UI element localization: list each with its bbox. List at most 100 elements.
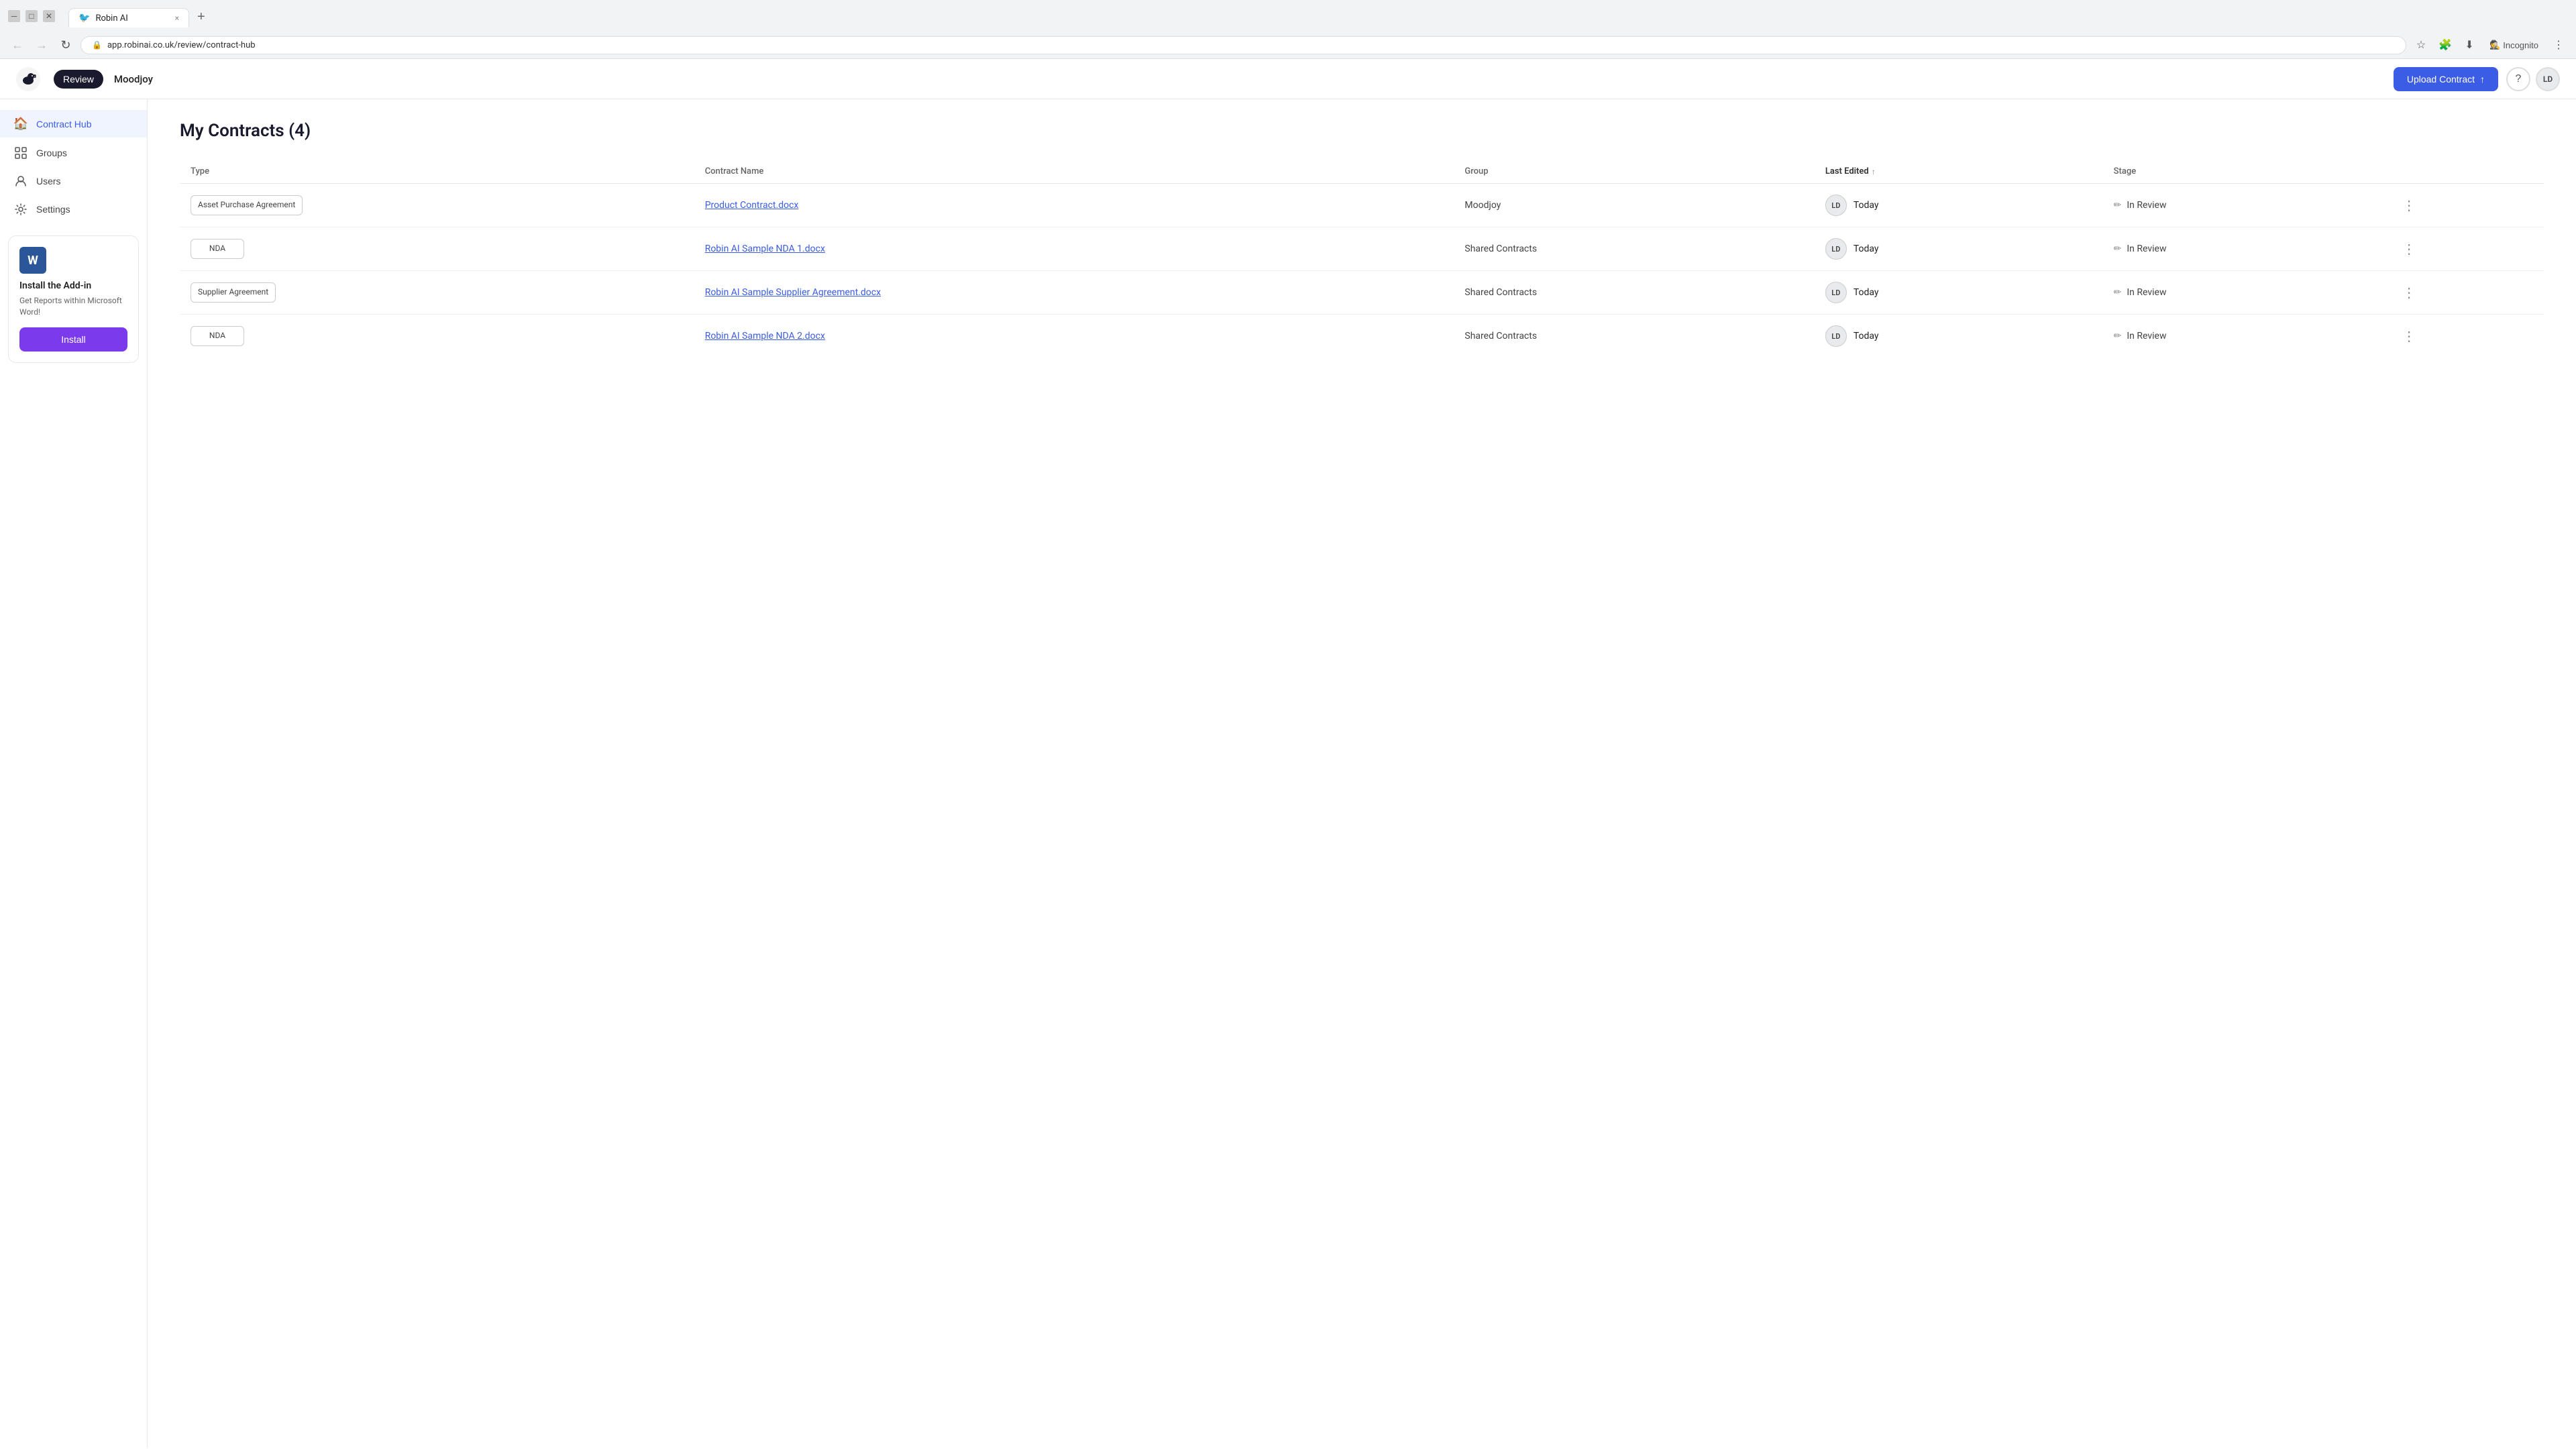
- group-text: Shared Contracts: [1464, 287, 1537, 298]
- help-icon: ?: [2516, 73, 2522, 85]
- addon-title: Install the Add-in: [19, 280, 127, 291]
- browser-actions: ☆ 🧩 ⬇ 🕵 Incognito ⋮: [2412, 36, 2568, 54]
- last-edited-cell: LD Today: [1815, 315, 2103, 358]
- last-edited-cell: LD Today: [1815, 227, 2103, 271]
- stage-text: In Review: [2127, 244, 2166, 254]
- contract-link[interactable]: Robin AI Sample NDA 2.docx: [705, 331, 825, 341]
- th-actions: [2389, 160, 2544, 184]
- sidebar-item-users[interactable]: Users: [0, 168, 147, 194]
- sidebar-item-settings[interactable]: Settings: [0, 197, 147, 222]
- refresh-button[interactable]: ↻: [56, 36, 75, 54]
- group-cell: Shared Contracts: [1454, 271, 1814, 315]
- pencil-icon: ✏: [2114, 200, 2122, 211]
- th-last-edited[interactable]: Last Edited ↑: [1815, 160, 2103, 184]
- downloads-button[interactable]: ⬇: [2460, 36, 2479, 54]
- group-text: Shared Contracts: [1464, 244, 1537, 254]
- browser-addressbar: ← → ↻ 🔒 app.robinai.co.uk/review/contrac…: [0, 32, 2576, 58]
- upload-label: Upload Contract: [2407, 74, 2475, 85]
- more-options-button[interactable]: ⋮: [2400, 196, 2418, 215]
- back-button[interactable]: ←: [8, 36, 27, 54]
- nav-review-button[interactable]: Review: [54, 70, 103, 89]
- robin-logo: [16, 67, 40, 91]
- page-title: My Contracts (4): [180, 121, 2544, 141]
- stage-cell: ✏ In Review: [2103, 271, 2389, 315]
- help-button[interactable]: ?: [2506, 67, 2530, 91]
- extensions-button[interactable]: 🧩: [2436, 36, 2455, 54]
- th-group: Group: [1454, 160, 1814, 184]
- edited-time: Today: [1854, 287, 1879, 298]
- stage-text: In Review: [2127, 331, 2166, 341]
- sidebar-label-contract-hub: Contract Hub: [36, 119, 91, 129]
- type-cell: Supplier Agreement: [180, 271, 694, 315]
- type-cell: NDA: [180, 315, 694, 358]
- group-cell: Shared Contracts: [1454, 315, 1814, 358]
- more-options-button[interactable]: ⋮: [2400, 327, 2418, 345]
- close-button[interactable]: ✕: [43, 10, 55, 22]
- more-options-button[interactable]: ⋮: [2400, 283, 2418, 302]
- minimize-button[interactable]: ─: [8, 10, 20, 22]
- header-workspace: Moodjoy: [114, 73, 153, 85]
- sidebar: 🏠 Contract Hub Groups Users: [0, 99, 148, 1448]
- contract-link[interactable]: Robin AI Sample NDA 1.docx: [705, 244, 825, 254]
- contract-link[interactable]: Robin AI Sample Supplier Agreement.docx: [705, 287, 881, 298]
- pencil-icon: ✏: [2114, 331, 2122, 341]
- sidebar-item-contract-hub[interactable]: 🏠 Contract Hub: [0, 110, 147, 138]
- active-tab[interactable]: 🐦 Robin AI ×: [68, 8, 189, 28]
- main-content: My Contracts (4) Type Contract Name Grou…: [148, 99, 2576, 1448]
- type-badge: Asset Purchase Agreement: [191, 195, 303, 215]
- tab-icon: 🐦: [78, 13, 90, 23]
- group-cell: Shared Contracts: [1454, 227, 1814, 271]
- maximize-button[interactable]: □: [25, 10, 38, 22]
- app-header: Review Moodjoy Upload Contract ↑ ? LD: [0, 59, 2576, 99]
- tab-close-button[interactable]: ×: [175, 13, 179, 23]
- group-text: Shared Contracts: [1464, 331, 1537, 341]
- more-cell: ⋮: [2389, 315, 2544, 358]
- upload-contract-button[interactable]: Upload Contract ↑: [2394, 67, 2498, 91]
- window-controls: ─ □ ✕: [8, 10, 55, 22]
- type-badge: NDA: [191, 239, 244, 259]
- edited-avatar: LD: [1825, 195, 1847, 216]
- more-options-button[interactable]: ⋮: [2400, 239, 2418, 258]
- settings-icon: [13, 203, 28, 215]
- forward-button[interactable]: →: [32, 36, 51, 54]
- type-cell: NDA: [180, 227, 694, 271]
- lock-icon: 🔒: [92, 40, 102, 50]
- addon-description: Get Reports within Microsoft Word!: [19, 295, 127, 318]
- install-addon-button[interactable]: Install: [19, 327, 127, 352]
- contracts-tbody: Asset Purchase Agreement Product Contrac…: [180, 184, 2544, 358]
- more-cell: ⋮: [2389, 271, 2544, 315]
- contract-link[interactable]: Product Contract.docx: [705, 200, 799, 211]
- stage-cell: ✏ In Review: [2103, 184, 2389, 227]
- stage-cell: ✏ In Review: [2103, 227, 2389, 271]
- address-bar[interactable]: 🔒 app.robinai.co.uk/review/contract-hub: [80, 36, 2406, 54]
- upload-icon: ↑: [2480, 74, 2485, 85]
- type-badge: Supplier Agreement: [191, 282, 276, 303]
- stage-cell: ✏ In Review: [2103, 315, 2389, 358]
- table-row: NDA Robin AI Sample NDA 2.docx Shared Co…: [180, 315, 2544, 358]
- bookmark-button[interactable]: ☆: [2412, 36, 2430, 54]
- avatar-initials: LD: [2543, 74, 2553, 84]
- incognito-button[interactable]: 🕵 Incognito: [2484, 37, 2544, 53]
- menu-button[interactable]: ⋮: [2549, 36, 2568, 54]
- contract-name-cell: Robin AI Sample NDA 2.docx: [694, 315, 1454, 358]
- sort-icon: ↑: [1872, 167, 1876, 176]
- edited-avatar: LD: [1825, 325, 1847, 347]
- word-icon: W: [19, 247, 46, 274]
- group-text: Moodjoy: [1464, 200, 1501, 211]
- th-type: Type: [180, 160, 694, 184]
- sidebar-item-groups[interactable]: Groups: [0, 140, 147, 166]
- type-cell: Asset Purchase Agreement: [180, 184, 694, 227]
- pencil-icon: ✏: [2114, 244, 2122, 254]
- browser-tabs: 🐦 Robin AI × +: [60, 4, 220, 28]
- incognito-icon: 🕵: [2489, 40, 2500, 50]
- user-avatar[interactable]: LD: [2536, 67, 2560, 91]
- stage-text: In Review: [2127, 287, 2166, 298]
- logo: [16, 67, 40, 91]
- browser-titlebar: ─ □ ✕ 🐦 Robin AI × +: [0, 0, 2576, 32]
- app-body: 🏠 Contract Hub Groups Users: [0, 99, 2576, 1448]
- incognito-label: Incognito: [2503, 40, 2538, 50]
- edited-time: Today: [1854, 331, 1879, 341]
- more-cell: ⋮: [2389, 184, 2544, 227]
- sidebar-label-settings: Settings: [36, 204, 70, 215]
- new-tab-button[interactable]: +: [191, 7, 212, 28]
